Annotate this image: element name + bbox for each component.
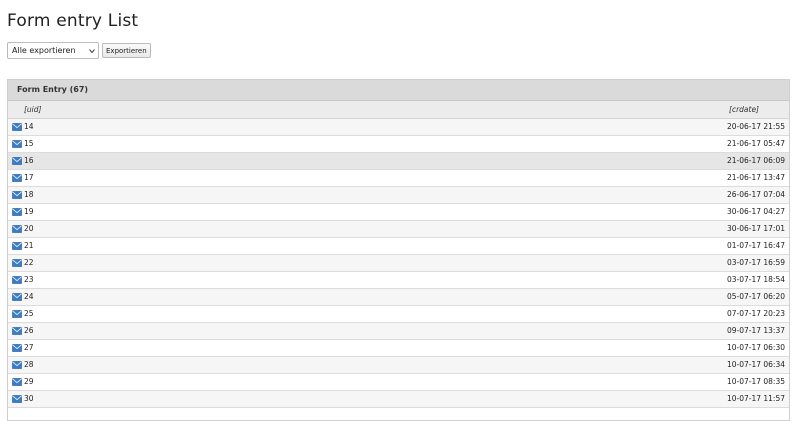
row-uid[interactable]: 22 — [24, 255, 34, 271]
column-header-row: [uid] [crdate] — [8, 101, 789, 119]
row-uid[interactable]: 15 — [24, 136, 34, 152]
row-crdate: 21-06-17 06:09 — [726, 156, 785, 165]
export-select-value: Alle exportieren — [12, 46, 76, 55]
column-header-crdate[interactable]: [crdate] — [729, 101, 759, 118]
table-row[interactable]: 22 03-07-17 16:59 — [8, 255, 789, 272]
row-crdate: 20-06-17 21:55 — [726, 122, 785, 131]
row-crdate: 26-06-17 07:04 — [726, 190, 785, 199]
table-row[interactable]: 21 01-07-17 16:47 — [8, 238, 789, 255]
envelope-icon[interactable] — [12, 361, 22, 369]
envelope-icon[interactable] — [12, 259, 22, 267]
table-body: 14 20-06-17 21:55 15 21-06-17 05:47 16 21-06-… — [8, 119, 789, 408]
table-row[interactable]: 25 07-07-17 20:23 — [8, 306, 789, 323]
row-crdate: 10-07-17 08:35 — [726, 377, 785, 386]
table-row[interactable]: 15 21-06-17 05:47 — [8, 136, 789, 153]
table-row[interactable]: 17 21-06-17 13:47 — [8, 170, 789, 187]
row-uid[interactable]: 23 — [24, 272, 34, 288]
envelope-icon[interactable] — [12, 310, 22, 318]
row-crdate: 21-06-17 05:47 — [726, 139, 785, 148]
row-uid[interactable]: 20 — [24, 221, 34, 237]
row-crdate: 09-07-17 13:37 — [726, 326, 785, 335]
row-uid[interactable]: 30 — [24, 391, 34, 407]
row-crdate: 05-07-17 06:20 — [726, 292, 785, 301]
envelope-icon[interactable] — [12, 140, 22, 148]
row-crdate: 03-07-17 18:54 — [726, 275, 785, 284]
export-button[interactable]: Exportieren — [102, 43, 151, 58]
export-bar: Alle exportieren Exportieren — [7, 42, 151, 59]
table-row[interactable]: 30 10-07-17 11:57 — [8, 391, 789, 408]
envelope-icon[interactable] — [12, 378, 22, 386]
table-row[interactable]: 18 26-06-17 07:04 — [8, 187, 789, 204]
row-uid[interactable]: 24 — [24, 289, 34, 305]
chevron-down-icon — [89, 49, 95, 54]
row-uid[interactable]: 21 — [24, 238, 34, 254]
envelope-icon[interactable] — [12, 327, 22, 335]
table-row[interactable]: 14 20-06-17 21:55 — [8, 119, 789, 136]
row-crdate: 10-07-17 11:57 — [726, 394, 785, 403]
row-crdate: 30-06-17 04:27 — [726, 207, 785, 216]
row-crdate: 21-06-17 13:47 — [726, 173, 785, 182]
row-crdate: 10-07-17 06:30 — [726, 343, 785, 352]
page-title: Form entry List — [7, 11, 139, 31]
envelope-icon[interactable] — [12, 344, 22, 352]
table-row[interactable]: 24 05-07-17 06:20 — [8, 289, 789, 306]
row-crdate: 30-06-17 17:01 — [726, 224, 785, 233]
row-uid[interactable]: 16 — [24, 153, 34, 169]
table-row[interactable]: 20 30-06-17 17:01 — [8, 221, 789, 238]
table-row[interactable]: 26 09-07-17 13:37 — [8, 323, 789, 340]
panel-header: Form Entry (67) — [8, 80, 789, 101]
row-uid[interactable]: 18 — [24, 187, 34, 203]
row-uid[interactable]: 29 — [24, 374, 34, 390]
envelope-icon[interactable] — [12, 157, 22, 165]
row-uid[interactable]: 26 — [24, 323, 34, 339]
table-row[interactable]: 19 30-06-17 04:27 — [8, 204, 789, 221]
form-entry-panel: Form Entry (67) [uid] [crdate] 14 20-06-1… — [7, 79, 790, 421]
table-row[interactable]: 23 03-07-17 18:54 — [8, 272, 789, 289]
export-select[interactable]: Alle exportieren — [7, 42, 99, 59]
envelope-icon[interactable] — [12, 276, 22, 284]
envelope-icon[interactable] — [12, 191, 22, 199]
envelope-icon[interactable] — [12, 174, 22, 182]
row-uid[interactable]: 27 — [24, 340, 34, 356]
row-uid[interactable]: 14 — [24, 119, 34, 135]
column-header-uid[interactable]: [uid] — [24, 101, 41, 118]
table-row[interactable]: 28 10-07-17 06:34 — [8, 357, 789, 374]
envelope-icon[interactable] — [12, 208, 22, 216]
envelope-icon[interactable] — [12, 293, 22, 301]
envelope-icon[interactable] — [12, 123, 22, 131]
envelope-icon[interactable] — [12, 242, 22, 250]
row-uid[interactable]: 28 — [24, 357, 34, 373]
table-row[interactable]: 27 10-07-17 06:30 — [8, 340, 789, 357]
row-uid[interactable]: 25 — [24, 306, 34, 322]
row-crdate: 07-07-17 20:23 — [726, 309, 785, 318]
row-crdate: 01-07-17 16:47 — [726, 241, 785, 250]
table-row[interactable]: 16 21-06-17 06:09 — [8, 153, 789, 170]
row-uid[interactable]: 19 — [24, 204, 34, 220]
row-uid[interactable]: 17 — [24, 170, 34, 186]
row-crdate: 03-07-17 16:59 — [726, 258, 785, 267]
table-row[interactable]: 29 10-07-17 08:35 — [8, 374, 789, 391]
envelope-icon[interactable] — [12, 225, 22, 233]
envelope-icon[interactable] — [12, 395, 22, 403]
row-crdate: 10-07-17 06:34 — [726, 360, 785, 369]
